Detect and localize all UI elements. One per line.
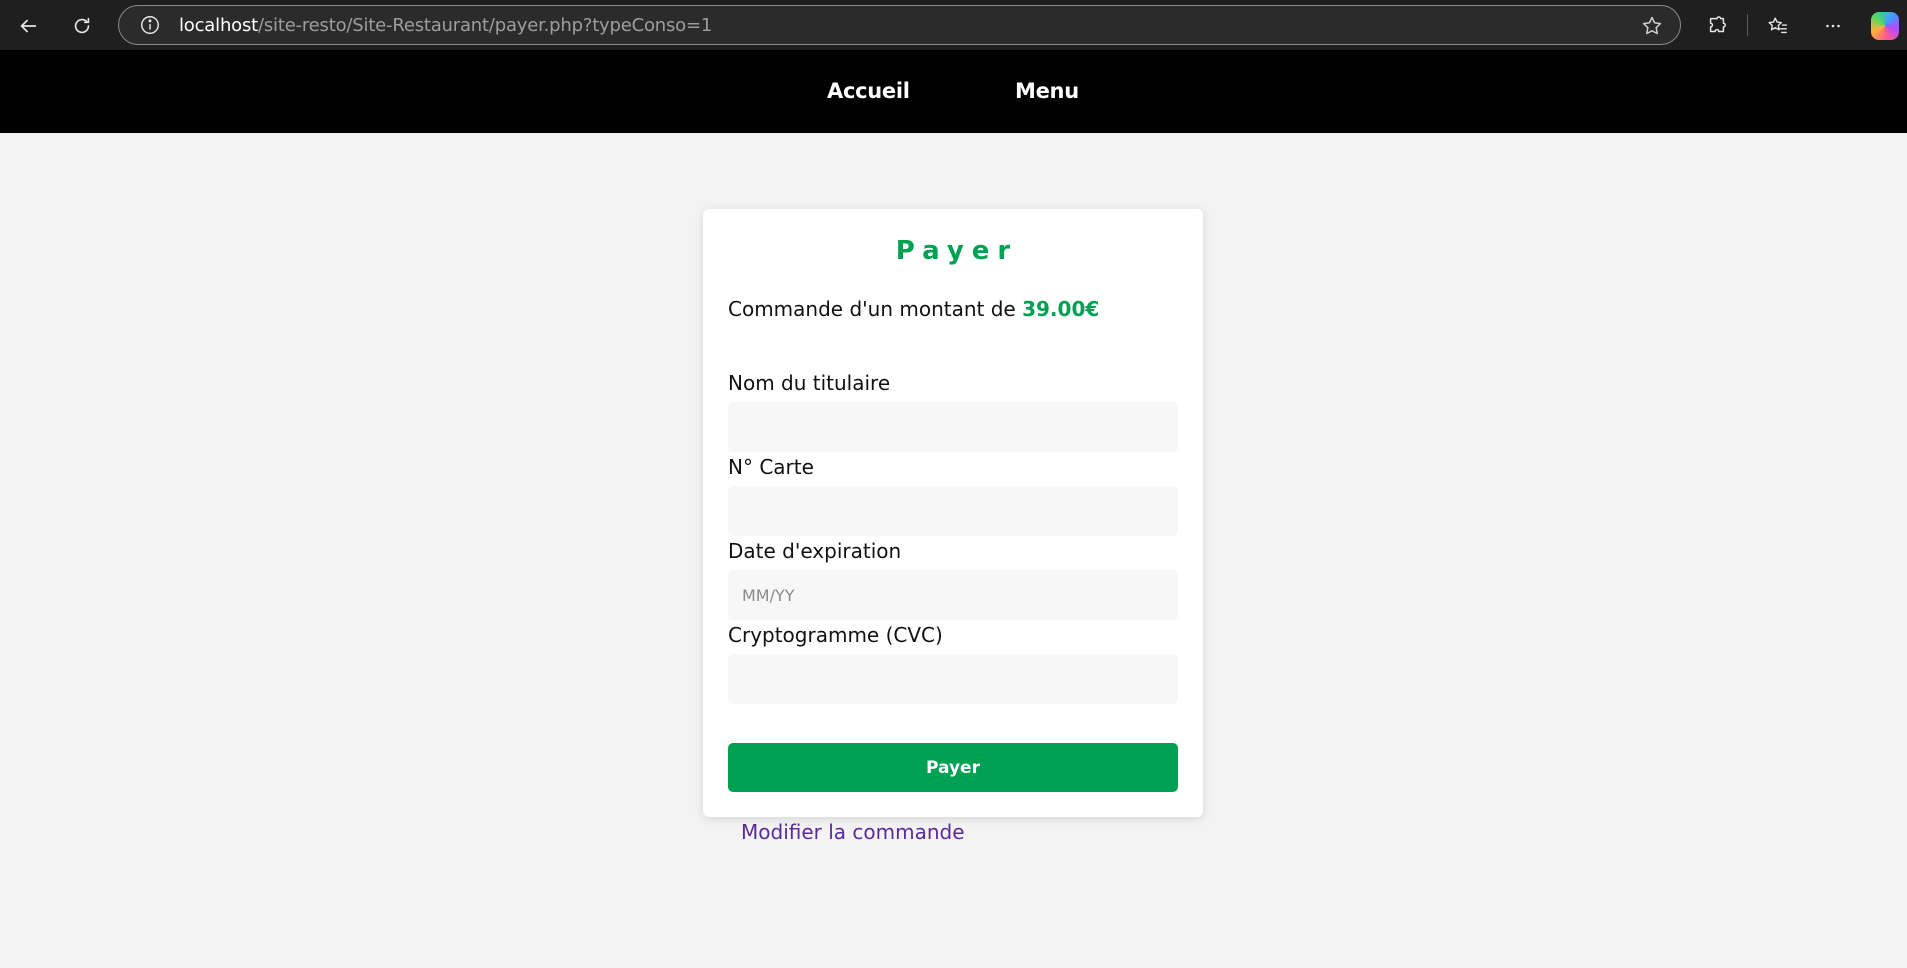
refresh-icon[interactable] bbox=[66, 10, 98, 42]
url-host: localhost bbox=[179, 15, 258, 36]
cvc-input[interactable] bbox=[728, 654, 1178, 704]
order-amount-line: Commande d'un montant de 39.00€ bbox=[728, 297, 1099, 321]
url-text[interactable]: localhost/site-resto/Site-Restaurant/pay… bbox=[179, 15, 712, 36]
nav-menu-link[interactable]: Menu bbox=[1015, 79, 1079, 103]
favorites-icon[interactable] bbox=[1762, 10, 1794, 42]
more-icon[interactable] bbox=[1817, 10, 1849, 42]
card-number-label: N° Carte bbox=[728, 455, 814, 479]
info-icon[interactable] bbox=[139, 14, 161, 36]
holder-name-label: Nom du titulaire bbox=[728, 371, 891, 395]
url-path: /site-resto/Site-Restaurant/payer.php?ty… bbox=[258, 15, 713, 36]
amount-prefix: Commande d'un montant de bbox=[728, 297, 1023, 321]
payment-title: Payer bbox=[895, 236, 1019, 266]
expiry-date-input[interactable] bbox=[728, 570, 1178, 620]
payment-card: Payer Commande d'un montant de 39.00€ No… bbox=[703, 209, 1203, 817]
browser-toolbar: localhost/site-resto/Site-Restaurant/pay… bbox=[0, 0, 1907, 50]
address-bar[interactable]: localhost/site-resto/Site-Restaurant/pay… bbox=[118, 5, 1681, 45]
cvc-label: Cryptogramme (CVC) bbox=[728, 623, 943, 647]
back-arrow-icon[interactable] bbox=[12, 10, 44, 42]
holder-name-input[interactable] bbox=[728, 402, 1178, 452]
extensions-icon[interactable] bbox=[1701, 10, 1733, 42]
expiry-date-label: Date d'expiration bbox=[728, 539, 902, 563]
card-number-input[interactable] bbox=[728, 486, 1178, 536]
site-nav: Accueil Menu bbox=[0, 50, 1907, 133]
toolbar-separator bbox=[1747, 14, 1748, 36]
copilot-icon[interactable] bbox=[1871, 12, 1899, 40]
pay-button[interactable]: Payer bbox=[728, 743, 1178, 792]
amount-value: 39.00€ bbox=[1022, 297, 1100, 321]
star-icon[interactable] bbox=[1640, 14, 1664, 38]
nav-accueil-link[interactable]: Accueil bbox=[827, 79, 910, 103]
modify-order-link[interactable]: Modifier la commande bbox=[741, 820, 965, 844]
